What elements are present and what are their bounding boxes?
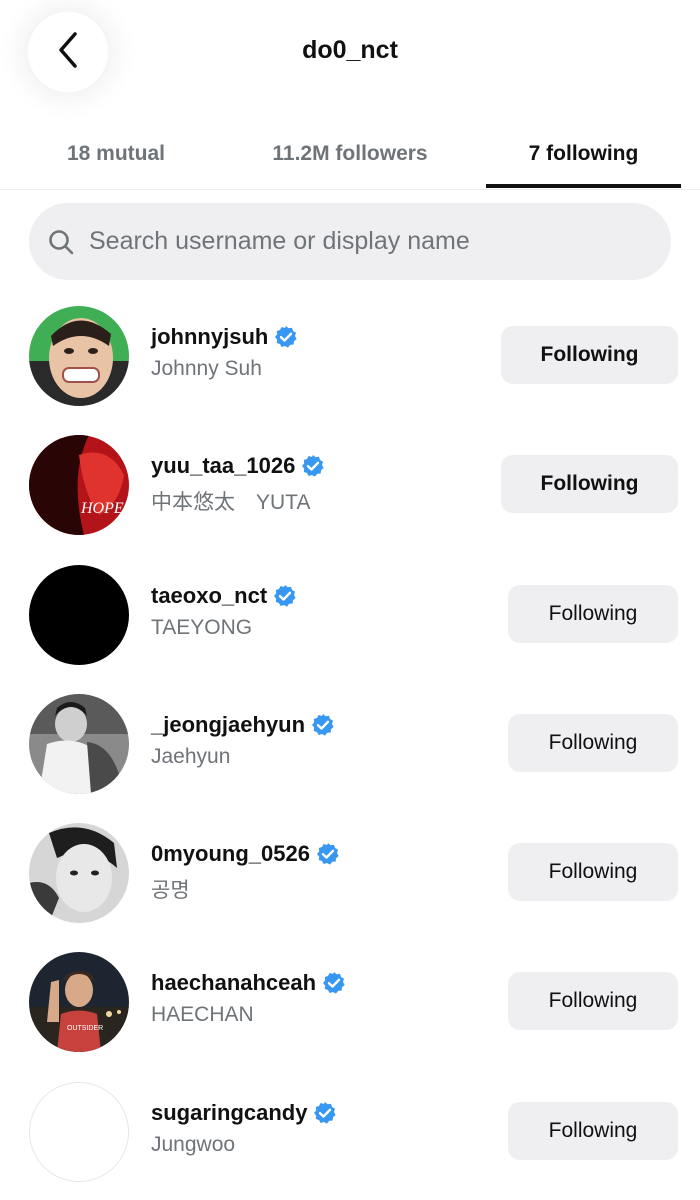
list-item[interactable]: taeoxo_nct TAEYONG Following bbox=[0, 565, 700, 685]
username[interactable]: taeoxo_nct bbox=[151, 583, 267, 609]
tab-following[interactable]: 7 following bbox=[486, 120, 681, 188]
page-title: do0_nct bbox=[302, 36, 398, 64]
following-button[interactable]: Following bbox=[508, 843, 678, 901]
verified-badge-icon bbox=[311, 713, 335, 737]
following-list-screen: do0_nct 18 mutual 11.2M followers 7 foll… bbox=[0, 0, 700, 1200]
active-tab-indicator bbox=[486, 184, 681, 188]
list-item[interactable]: 0myoung_0526 공명 Following bbox=[0, 823, 700, 943]
display-name: Johnny Suh bbox=[151, 357, 262, 380]
list-item[interactable]: johnnyjsuh Johnny Suh Following bbox=[0, 306, 700, 426]
avatar[interactable] bbox=[29, 565, 129, 665]
verified-badge-icon bbox=[316, 842, 340, 866]
display-name: Jaehyun bbox=[151, 745, 231, 768]
following-button[interactable]: Following bbox=[501, 326, 678, 384]
display-name: Jungwoo bbox=[151, 1133, 236, 1156]
display-name: TAEYONG bbox=[151, 616, 253, 639]
username[interactable]: _jeongjaehyun bbox=[151, 712, 305, 738]
verified-badge-icon bbox=[322, 971, 346, 995]
search-input[interactable] bbox=[89, 227, 609, 256]
username[interactable]: haechanahceah bbox=[151, 970, 316, 996]
following-button[interactable]: Following bbox=[508, 714, 678, 772]
list-item[interactable]: HOPE yuu_taa_1026 中本悠太 YUTA Following bbox=[0, 435, 700, 555]
verified-badge-icon bbox=[301, 454, 325, 478]
avatar[interactable]: HOPE bbox=[29, 435, 129, 535]
verified-badge-icon bbox=[273, 584, 297, 608]
tab-bar: 18 mutual 11.2M followers 7 following bbox=[0, 120, 700, 190]
username[interactable]: 0myoung_0526 bbox=[151, 841, 310, 867]
search-icon bbox=[47, 227, 77, 257]
avatar[interactable] bbox=[29, 694, 129, 794]
username[interactable]: sugaringcandy bbox=[151, 1100, 307, 1126]
following-button[interactable]: Following bbox=[508, 1102, 678, 1160]
list-item[interactable]: _jeongjaehyun Jaehyun Following bbox=[0, 694, 700, 814]
avatar[interactable] bbox=[29, 1082, 129, 1182]
username[interactable]: yuu_taa_1026 bbox=[151, 453, 295, 479]
list-item[interactable]: sugaringcandy Jungwoo Following bbox=[0, 1082, 700, 1200]
svg-text:OUTSIDER: OUTSIDER bbox=[67, 1025, 103, 1032]
avatar[interactable] bbox=[29, 306, 129, 406]
list-item[interactable]: OUTSIDER haechanahceah HAECHAN Following bbox=[0, 952, 700, 1072]
following-button[interactable]: Following bbox=[508, 972, 678, 1030]
avatar[interactable]: OUTSIDER bbox=[29, 952, 129, 1052]
following-button[interactable]: Following bbox=[508, 585, 678, 643]
svg-text:HOPE: HOPE bbox=[80, 500, 124, 517]
display-name: HAECHAN bbox=[151, 1003, 254, 1026]
verified-badge-icon bbox=[274, 325, 298, 349]
search-bar[interactable] bbox=[29, 203, 671, 280]
username[interactable]: johnnyjsuh bbox=[151, 324, 268, 350]
following-button[interactable]: Following bbox=[501, 455, 678, 513]
verified-badge-icon bbox=[313, 1101, 337, 1125]
tab-mutual[interactable]: 18 mutual bbox=[20, 120, 212, 188]
avatar[interactable] bbox=[29, 823, 129, 923]
display-name: 공명 bbox=[151, 879, 190, 902]
tab-followers[interactable]: 11.2M followers bbox=[236, 120, 464, 188]
display-name: 中本悠太 YUTA bbox=[151, 491, 311, 514]
